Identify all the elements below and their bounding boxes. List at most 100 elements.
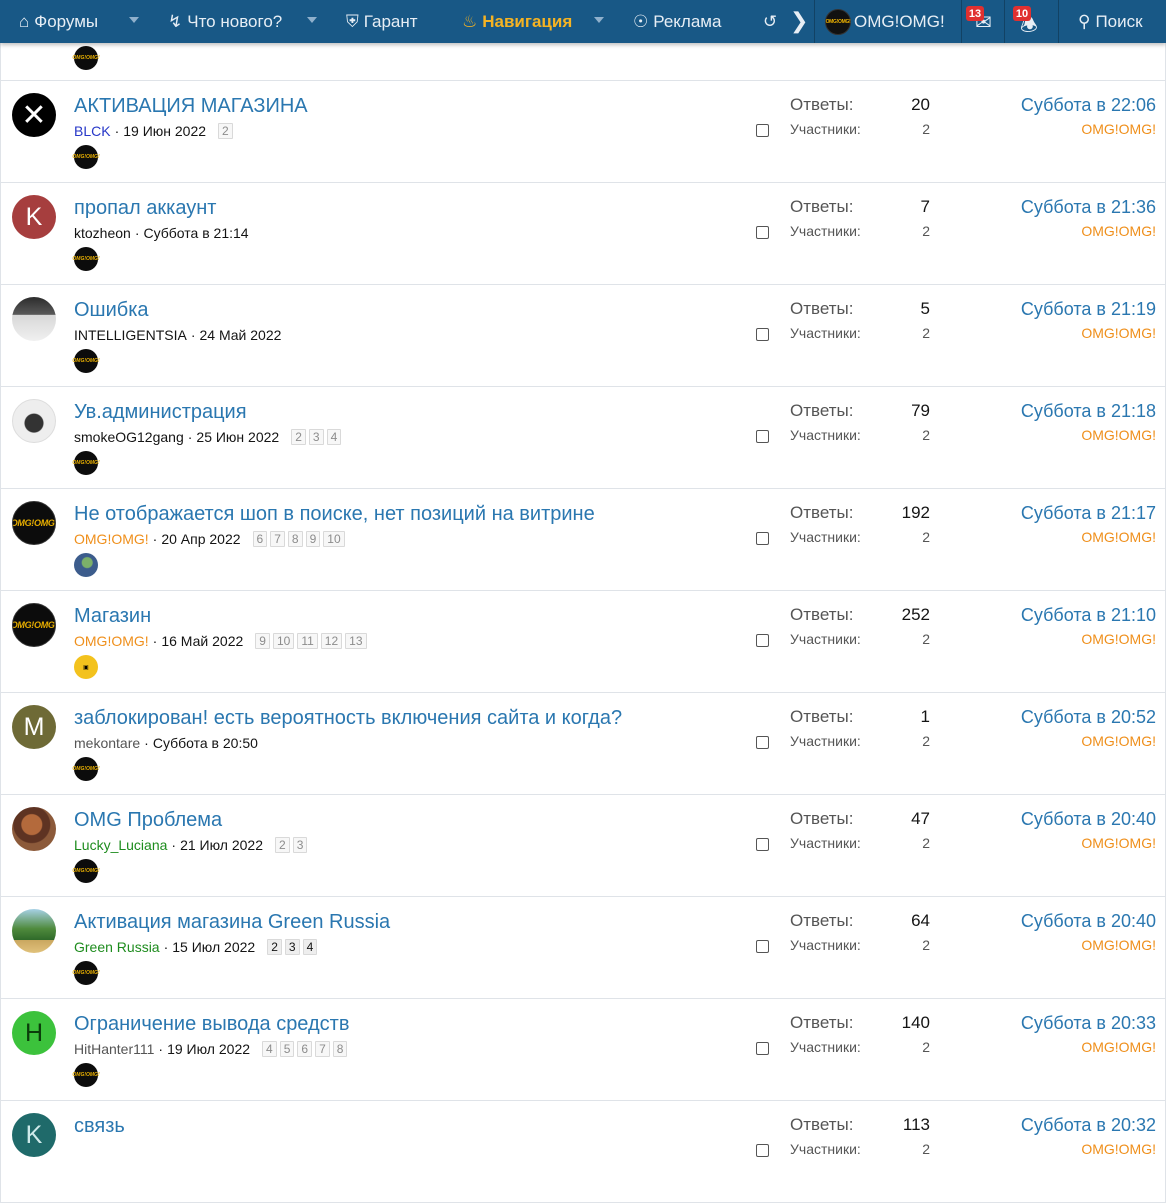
nav-more-partial[interactable]: ↺ xyxy=(763,0,782,43)
forums-dropdown-caret-icon[interactable] xyxy=(129,17,139,23)
thread-title[interactable]: пропал аккаунт xyxy=(74,197,216,220)
thread-author[interactable]: Green Russia xyxy=(74,939,160,955)
thread-author[interactable]: INTELLIGENTSIA xyxy=(74,327,187,343)
thread-title[interactable]: OMG Проблема xyxy=(74,809,222,832)
author-avatar[interactable]: ✕ xyxy=(12,93,56,137)
author-avatar[interactable]: K xyxy=(12,195,56,239)
last-post-date[interactable]: Суббота в 20:40 xyxy=(1021,911,1156,932)
author-avatar[interactable]: H xyxy=(12,1011,56,1055)
starter-mini-avatar[interactable]: OMG!OMG! xyxy=(72,1063,100,1087)
page-link[interactable]: 3 xyxy=(308,429,324,445)
last-post-user[interactable]: OMG!OMG! xyxy=(1081,529,1156,545)
last-post-date[interactable]: Суббота в 20:40 xyxy=(1021,809,1156,830)
thread-title[interactable]: Ограничение вывода средств xyxy=(74,1013,349,1036)
last-post-user[interactable]: OMG!OMG! xyxy=(1081,121,1156,137)
page-link[interactable]: 13 xyxy=(345,633,367,649)
last-post-date[interactable]: Суббота в 21:17 xyxy=(1021,503,1156,524)
select-checkbox[interactable] xyxy=(756,838,769,851)
last-post-user[interactable]: OMG!OMG! xyxy=(1081,1039,1156,1055)
author-avatar[interactable]: OMG!OMG! xyxy=(12,603,56,647)
page-link[interactable]: 11 xyxy=(297,633,318,649)
page-link[interactable]: 3 xyxy=(284,939,300,955)
select-checkbox[interactable] xyxy=(756,1042,769,1055)
page-link[interactable]: 9 xyxy=(305,531,321,547)
thread-author[interactable]: OMG!OMG! xyxy=(74,633,149,649)
thread-title[interactable]: АКТИВАЦИЯ МАГАЗИНА xyxy=(74,95,308,118)
starter-mini-avatar[interactable]: ▣ xyxy=(74,655,98,679)
thread-author[interactable]: smokeOG12gang xyxy=(74,429,184,445)
nav-scroll-right-icon[interactable]: ❯ xyxy=(790,8,808,34)
page-link[interactable]: 8 xyxy=(287,531,303,547)
author-avatar[interactable]: M xyxy=(12,705,56,749)
thread-date[interactable]: 20 Апр 2022 xyxy=(161,531,240,547)
thread-title[interactable]: Не отображается шоп в поиске, нет позици… xyxy=(74,503,595,526)
select-checkbox[interactable] xyxy=(756,634,769,647)
navigation-dropdown-caret-icon[interactable] xyxy=(594,17,604,23)
page-link[interactable]: 4 xyxy=(262,1041,277,1057)
page-link[interactable]: 9 xyxy=(255,633,270,649)
last-post-user[interactable]: OMG!OMG! xyxy=(1081,325,1156,341)
last-post-user[interactable]: OMG!OMG! xyxy=(1081,223,1156,239)
page-link[interactable]: 2 xyxy=(275,837,290,853)
last-post-user[interactable]: OMG!OMG! xyxy=(1081,733,1156,749)
page-link[interactable]: 7 xyxy=(270,531,285,547)
nav-search[interactable]: ⚲ Поиск xyxy=(1078,0,1143,43)
thread-title[interactable]: Активация магазина Green Russia xyxy=(74,911,390,934)
page-link[interactable]: 10 xyxy=(323,531,345,547)
select-checkbox[interactable] xyxy=(756,226,769,239)
thread-author[interactable]: mekontare xyxy=(74,735,140,751)
author-avatar[interactable]: OMG!OMG! xyxy=(12,501,56,545)
author-avatar[interactable] xyxy=(12,399,56,443)
last-post-user[interactable]: OMG!OMG! xyxy=(1081,631,1156,647)
select-checkbox[interactable] xyxy=(756,736,769,749)
page-link[interactable]: 2 xyxy=(218,123,233,139)
thread-date[interactable]: 21 Июл 2022 xyxy=(180,837,263,853)
select-checkbox[interactable] xyxy=(756,124,769,137)
nav-username[interactable]: OMG!OMG! xyxy=(854,0,945,43)
last-post-user[interactable]: OMG!OMG! xyxy=(1081,427,1156,443)
thread-title[interactable]: Ув.администрация xyxy=(74,401,247,424)
thread-author[interactable]: HitHanter111 xyxy=(74,1041,154,1057)
thread-date[interactable]: 19 Июл 2022 xyxy=(167,1041,250,1057)
thread-title[interactable]: Магазин xyxy=(74,605,151,628)
select-checkbox[interactable] xyxy=(756,430,769,443)
nav-forums[interactable]: ⌂ Форумы xyxy=(19,0,98,43)
nav-whats-new[interactable]: ↯ Что нового? xyxy=(168,0,282,43)
page-link[interactable]: 3 xyxy=(292,837,308,853)
nav-guarantor[interactable]: ⛨ Гарант xyxy=(346,0,418,43)
thread-title[interactable]: заблокирован! есть вероятность включения… xyxy=(74,707,622,730)
page-link[interactable]: 4 xyxy=(326,429,342,445)
thread-author[interactable]: BLCK xyxy=(74,123,111,139)
thread-author[interactable]: ktozheon xyxy=(74,225,131,241)
page-link[interactable]: 5 xyxy=(279,1041,295,1057)
starter-mini-avatar[interactable]: OMG!OMG! xyxy=(72,349,100,373)
page-link[interactable]: 12 xyxy=(320,633,343,649)
page-link[interactable]: 2 xyxy=(267,939,282,955)
select-checkbox[interactable] xyxy=(756,532,769,545)
starter-mini-avatar[interactable]: OMG!OMG! xyxy=(72,757,100,781)
last-post-date[interactable]: Суббота в 20:52 xyxy=(1021,707,1156,728)
thread-date[interactable]: 15 Июл 2022 xyxy=(172,939,255,955)
author-avatar[interactable] xyxy=(12,909,56,953)
starter-mini-avatar[interactable]: OMG!OMG! xyxy=(72,961,100,985)
nav-navigation[interactable]: ♨ Навигация xyxy=(462,0,572,43)
last-post-user[interactable]: OMG!OMG! xyxy=(1081,937,1156,953)
page-link[interactable]: 7 xyxy=(315,1041,330,1057)
thread-date[interactable]: 24 Май 2022 xyxy=(199,327,281,343)
thread-date[interactable]: 19 Июн 2022 xyxy=(123,123,206,139)
last-poster-mini-avatar[interactable]: OMG!OMG! xyxy=(72,46,100,70)
starter-mini-avatar[interactable] xyxy=(74,553,98,577)
starter-mini-avatar[interactable]: OMG!OMG! xyxy=(72,145,100,169)
page-link[interactable]: 6 xyxy=(297,1041,313,1057)
thread-author[interactable]: Lucky_Luciana xyxy=(74,837,167,853)
page-link[interactable]: 10 xyxy=(272,633,295,649)
thread-title[interactable]: Ошибка xyxy=(74,299,149,322)
author-avatar[interactable]: K xyxy=(12,1113,56,1157)
page-link[interactable]: 4 xyxy=(302,939,318,955)
thread-title[interactable]: связь xyxy=(74,1115,125,1138)
user-avatar[interactable]: OMG!OMG! xyxy=(825,9,851,35)
starter-mini-avatar[interactable]: OMG!OMG! xyxy=(72,247,100,271)
last-post-user[interactable]: OMG!OMG! xyxy=(1081,835,1156,851)
thread-date[interactable]: Суббота в 21:14 xyxy=(144,225,249,241)
starter-mini-avatar[interactable]: OMG!OMG! xyxy=(72,451,100,475)
